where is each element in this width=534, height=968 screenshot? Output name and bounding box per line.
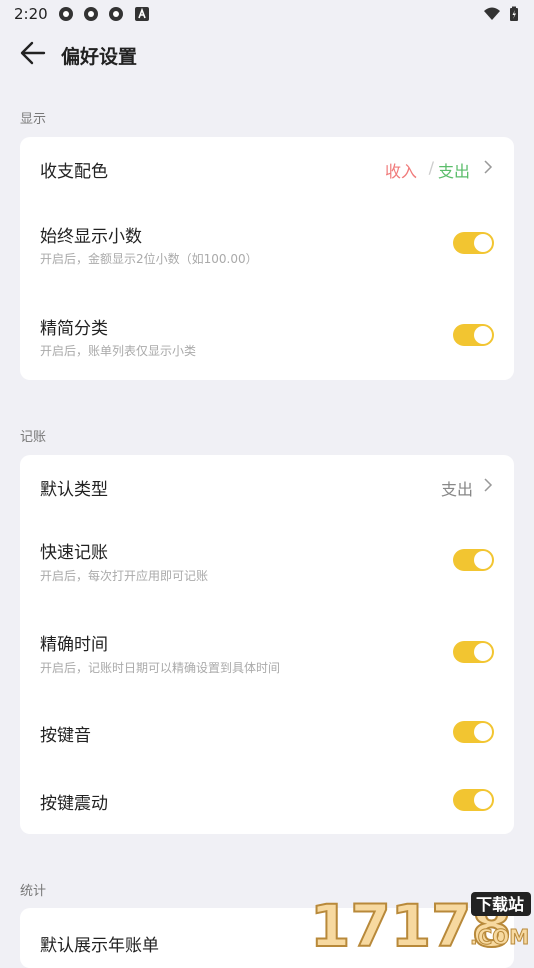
expense-color-text: 支出 bbox=[437, 162, 470, 181]
key-sound-row: 按键音 bbox=[20, 713, 514, 765]
toggle-knob bbox=[474, 643, 492, 661]
site-watermark: 17178 下载站 .COM bbox=[308, 886, 534, 961]
quick-entry-label: 快速记账 bbox=[40, 543, 108, 563]
show-decimal-label: 始终显示小数 bbox=[40, 227, 142, 247]
status-bar: 2:20 bbox=[0, 0, 534, 28]
app-notification-icon bbox=[59, 7, 73, 21]
status-time: 2:20 bbox=[14, 5, 48, 23]
simple-category-label: 精简分类 bbox=[40, 319, 108, 339]
chevron-right-icon bbox=[484, 160, 493, 174]
watermark-badge: 下载站 bbox=[476, 895, 524, 914]
section-label-stats: 统计 bbox=[20, 884, 47, 899]
simple-category-desc: 开启后，账单列表仅显示小类 bbox=[40, 344, 197, 358]
app-notification-icon bbox=[109, 7, 123, 21]
key-vibrate-toggle[interactable] bbox=[453, 789, 494, 811]
default-type-value: 支出 bbox=[440, 480, 473, 499]
wifi-icon bbox=[484, 7, 500, 20]
key-sound-toggle[interactable] bbox=[453, 721, 494, 743]
app-bar: 偏好设置 bbox=[0, 28, 534, 84]
toggle-knob bbox=[474, 551, 492, 569]
default-type-label: 默认类型 bbox=[40, 480, 108, 500]
precise-time-label: 精确时间 bbox=[40, 635, 108, 655]
watermark-suffix: .COM bbox=[470, 925, 529, 949]
chevron-right-icon bbox=[484, 478, 493, 492]
display-settings-card: 收支配色 收入 / 支出 始终显示小数 开启后，金额显示2位小数（如100.00… bbox=[20, 137, 514, 380]
font-notification-icon bbox=[135, 7, 149, 21]
color-separator: / bbox=[428, 158, 434, 177]
default-type-row[interactable]: 默认类型 支出 bbox=[20, 455, 514, 515]
precise-time-desc: 开启后，记账时日期可以精确设置到具体时间 bbox=[40, 661, 281, 675]
quick-entry-toggle[interactable] bbox=[453, 549, 494, 571]
section-label-bookkeeping: 记账 bbox=[20, 430, 47, 445]
toggle-knob bbox=[474, 723, 492, 741]
key-vibrate-row: 按键震动 bbox=[20, 781, 514, 833]
battery-icon bbox=[510, 6, 518, 21]
quick-entry-desc: 开启后，每次打开应用即可记账 bbox=[40, 569, 209, 583]
show-decimal-desc: 开启后，金额显示2位小数（如100.00） bbox=[40, 252, 258, 266]
simple-category-toggle[interactable] bbox=[453, 324, 494, 346]
precise-time-row: 精确时间 开启后，记账时日期可以精确设置到具体时间 bbox=[20, 617, 514, 697]
default-year-label: 默认展示年账单 bbox=[40, 936, 159, 956]
toggle-knob bbox=[474, 234, 492, 252]
color-scheme-row[interactable]: 收支配色 收入 / 支出 bbox=[20, 137, 514, 197]
key-vibrate-label: 按键震动 bbox=[40, 794, 108, 814]
toggle-knob bbox=[474, 791, 492, 809]
app-notification-icon bbox=[84, 7, 98, 21]
show-decimal-toggle[interactable] bbox=[453, 232, 494, 254]
precise-time-toggle[interactable] bbox=[453, 641, 494, 663]
color-scheme-label: 收支配色 bbox=[40, 162, 108, 182]
back-arrow-icon[interactable] bbox=[18, 38, 48, 68]
show-decimal-row: 始终显示小数 开启后，金额显示2位小数（如100.00） bbox=[20, 207, 514, 287]
simple-category-row: 精简分类 开启后，账单列表仅显示小类 bbox=[20, 299, 514, 379]
bookkeeping-settings-card: 默认类型 支出 快速记账 开启后，每次打开应用即可记账 精确时间 开启后，记账时… bbox=[20, 455, 514, 834]
key-sound-label: 按键音 bbox=[40, 726, 91, 746]
toggle-knob bbox=[474, 326, 492, 344]
page-title: 偏好设置 bbox=[61, 46, 138, 68]
income-color-text: 收入 bbox=[384, 162, 417, 181]
section-label-display: 显示 bbox=[20, 112, 47, 127]
quick-entry-row: 快速记账 开启后，每次打开应用即可记账 bbox=[20, 525, 514, 605]
watermark-logo: 17178 下载站 .COM bbox=[309, 891, 531, 961]
